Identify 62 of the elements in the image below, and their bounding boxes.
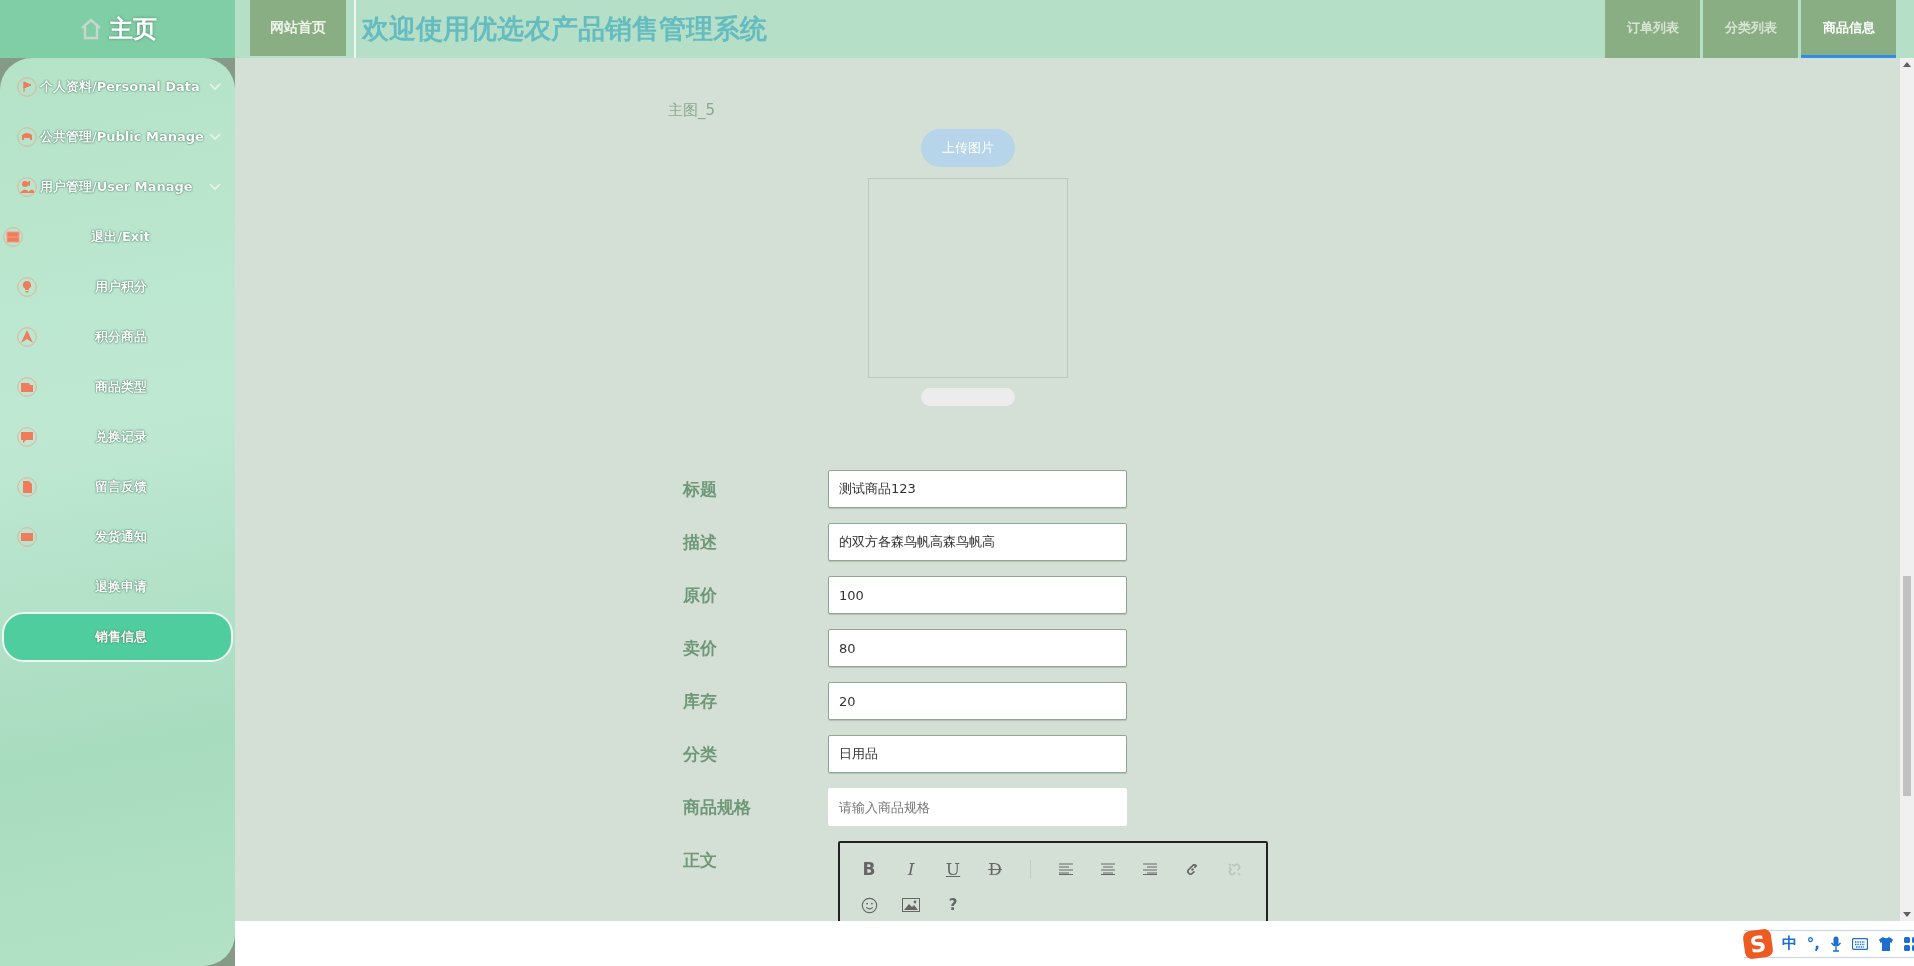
chevron-down-icon — [209, 183, 221, 191]
sidebar-item[interactable]: 兑换记录 — [0, 412, 235, 462]
shirt-icon[interactable] — [1878, 936, 1894, 951]
ime-mode[interactable]: 中 — [1781, 934, 1797, 953]
microphone-icon[interactable] — [1830, 935, 1842, 952]
sidebar-item[interactable]: 公共管理/Public Manage — [0, 112, 235, 162]
field-label: 卖价 — [683, 636, 718, 660]
sidebar-item[interactable]: 发货通知 — [0, 512, 235, 562]
sidebar-item[interactable]: 积分商品 — [0, 312, 235, 362]
car-icon — [17, 127, 37, 147]
keyboard-icon[interactable] — [1852, 937, 1868, 950]
help-button[interactable]: ? — [932, 890, 974, 920]
field-label: 库存 — [683, 689, 718, 713]
sidebar-item[interactable]: 个人资料/Personal Data — [0, 62, 235, 112]
strike-button[interactable]: D — [974, 854, 1016, 884]
home-label: 主页 — [108, 14, 157, 45]
nav-tab[interactable]: 分类列表 — [1703, 0, 1798, 58]
field-label: 原价 — [683, 583, 718, 607]
input-field[interactable]: 日用品 — [828, 735, 1127, 773]
folder-icon — [17, 377, 37, 397]
italic-button[interactable]: I — [890, 854, 932, 884]
underline-button[interactable]: U — [932, 854, 974, 884]
chevron-down-icon — [209, 133, 221, 141]
field-label: 分类 — [683, 742, 718, 766]
bulb-icon — [17, 277, 37, 297]
sidebar-item[interactable]: 商品类型 — [0, 362, 235, 412]
upload-image-button[interactable]: 上传图片 — [921, 129, 1015, 167]
grid-icon[interactable] — [1904, 936, 1914, 951]
sidebar-item[interactable]: 退出/Exit — [0, 212, 235, 262]
sidebar-item[interactable]: 用户管理/User Manage — [0, 162, 235, 212]
input-field[interactable]: 的双方各森鸟帆高森鸟帆高 — [828, 523, 1127, 561]
ime-logo[interactable]: S — [1742, 927, 1774, 960]
bold-button[interactable]: B — [848, 854, 890, 884]
home-header[interactable]: 主页 — [0, 0, 235, 58]
scroll-down-icon[interactable] — [1903, 912, 1911, 917]
input-field[interactable]: 请输入商品规格 — [828, 788, 1127, 826]
field-label: 商品规格 — [683, 795, 752, 819]
people-icon — [17, 177, 37, 197]
image-label: 主图_5 — [668, 101, 717, 121]
ime-punctuation[interactable]: °, — [1806, 934, 1820, 953]
sidebar-item[interactable]: 销售信息 — [2, 612, 233, 662]
nav-tab[interactable]: 订单列表 — [1605, 0, 1700, 58]
site-home-button[interactable]: 网站首页 — [250, 0, 346, 56]
window-icon — [3, 227, 23, 247]
chat-icon — [17, 427, 37, 447]
nav-tab[interactable]: 商品信息 — [1801, 0, 1896, 58]
sidebar-item[interactable]: 用户积分 — [0, 262, 235, 312]
field-label: 描述 — [683, 530, 718, 554]
scroll-thumb[interactable] — [1903, 576, 1911, 796]
scrollbar[interactable] — [1900, 58, 1914, 921]
input-field[interactable]: 20 — [828, 682, 1127, 720]
document-icon — [17, 477, 37, 497]
scroll-up-icon[interactable] — [1903, 62, 1911, 67]
field-label: 标题 — [683, 477, 718, 501]
field-label: 正文 — [683, 849, 718, 872]
input-field[interactable]: 100 — [828, 576, 1127, 614]
input-field[interactable]: 80 — [828, 629, 1127, 667]
sidebar-item[interactable]: 退换申请 — [0, 562, 235, 612]
input-field[interactable]: 测试商品123 — [828, 470, 1127, 508]
flag-icon — [17, 77, 37, 97]
sidebar-item[interactable]: 留言反馈 — [0, 462, 235, 512]
chevron-down-icon — [209, 83, 221, 91]
